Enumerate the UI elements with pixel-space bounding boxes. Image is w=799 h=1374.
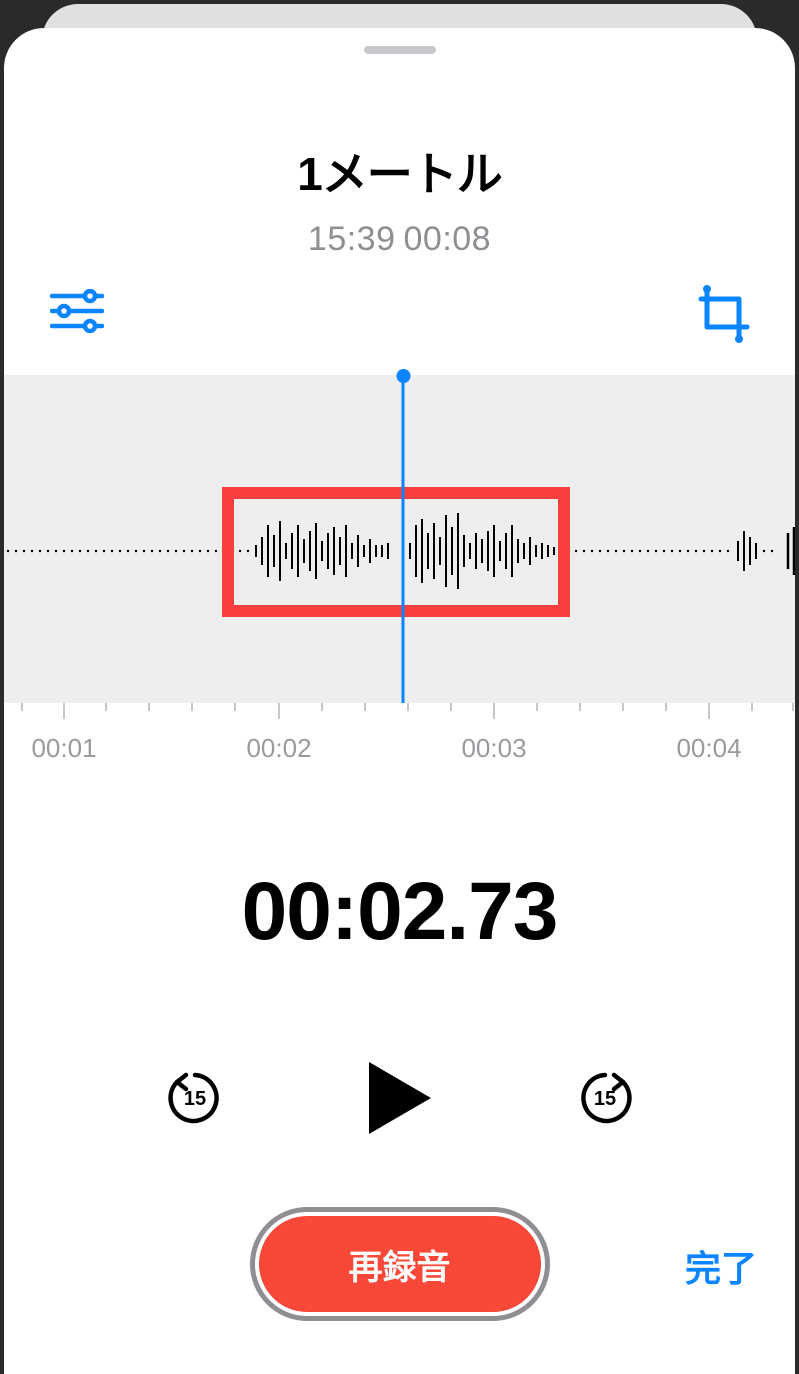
recording-title[interactable]: 1メートル xyxy=(4,138,795,204)
sheet-grabber[interactable] xyxy=(364,46,436,54)
settings-button[interactable] xyxy=(50,289,104,338)
sliders-icon xyxy=(50,289,104,333)
forward-15-button[interactable]: 15 xyxy=(573,1066,637,1130)
ruler-labels: 00:01 00:02 00:03 00:04 xyxy=(4,731,795,771)
rewind-15-button[interactable]: 15 xyxy=(163,1066,227,1130)
playback-controls: 15 15 xyxy=(4,1055,795,1141)
ruler-label: 00:04 xyxy=(676,733,741,764)
timeline-ruler[interactable]: 00:01 00:02 00:03 00:04 xyxy=(4,703,795,773)
editor-toolbar xyxy=(4,285,795,365)
crop-icon xyxy=(695,285,755,345)
recording-editor-sheet: 1メートル 15:3900:08 xyxy=(4,28,795,1374)
ruler-label: 00:01 xyxy=(31,733,96,764)
forward-15-icon: 15 xyxy=(576,1069,634,1127)
rerecord-button[interactable]: 再録音 xyxy=(255,1212,545,1316)
ruler-label: 00:03 xyxy=(461,733,526,764)
recording-header: 1メートル 15:3900:08 xyxy=(4,138,795,259)
recording-time-of-day: 15:39 xyxy=(308,220,396,258)
bottom-action-row: 再録音 完了 xyxy=(4,1212,795,1332)
play-icon xyxy=(365,1058,435,1138)
svg-text:15: 15 xyxy=(183,1088,205,1110)
done-label: 完了 xyxy=(685,1248,757,1289)
ruler-label: 00:02 xyxy=(246,733,311,764)
play-button[interactable] xyxy=(357,1055,443,1141)
playhead[interactable] xyxy=(402,377,405,715)
rerecord-label: 再録音 xyxy=(349,1240,451,1289)
waveform-display xyxy=(4,375,795,703)
trim-button[interactable] xyxy=(695,285,755,350)
ruler-ticks xyxy=(4,703,795,731)
current-time: 00:02.73 xyxy=(4,865,795,959)
rewind-15-icon: 15 xyxy=(166,1069,224,1127)
recording-subline: 15:3900:08 xyxy=(4,220,795,259)
waveform-area[interactable] xyxy=(4,375,795,703)
done-button[interactable]: 完了 xyxy=(685,1240,757,1292)
recording-duration: 00:08 xyxy=(404,220,492,258)
svg-text:15: 15 xyxy=(593,1088,615,1110)
